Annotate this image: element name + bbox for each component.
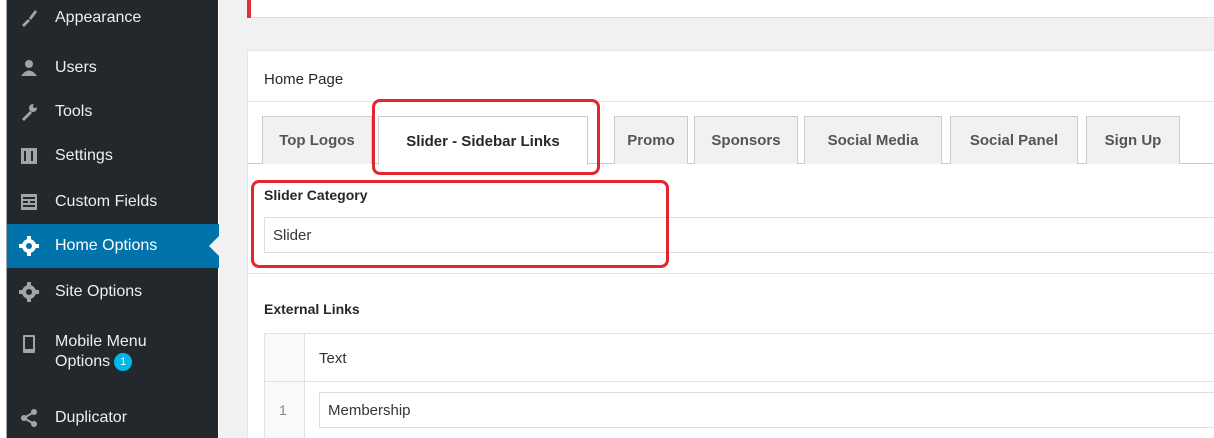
- notice-accent: [247, 0, 251, 18]
- sidebar-item-users[interactable]: Users: [7, 46, 219, 90]
- gear-icon: [19, 282, 39, 302]
- sidebar-item-duplicator[interactable]: Duplicator: [7, 396, 219, 438]
- sidebar-item-custom-fields[interactable]: Custom Fields: [7, 180, 219, 224]
- external-links-label: External Links: [264, 301, 360, 317]
- sidebar-item-mobile-menu-options[interactable]: Mobile Menu Options 1: [7, 330, 219, 390]
- panel-title: Home Page: [264, 71, 344, 88]
- gear-icon: [19, 236, 39, 256]
- options-panel: Home Page Top Logos Slider - Sidebar Lin…: [247, 50, 1214, 438]
- wrench-icon: [19, 102, 39, 122]
- tab-top-logos[interactable]: Top Logos: [262, 116, 372, 164]
- tab-social-media[interactable]: Social Media: [804, 116, 942, 164]
- tabs-bar: Top Logos Slider - Sidebar Links Promo S…: [248, 101, 1214, 213]
- section-divider: [248, 273, 1214, 274]
- table-header: Text: [265, 334, 1214, 382]
- update-count-badge: 1: [114, 352, 133, 371]
- sidebar-item-settings[interactable]: Settings: [7, 134, 219, 178]
- slider-category-label: Slider Category: [264, 187, 368, 203]
- paintbrush-icon: [19, 8, 39, 28]
- sidebar-item-home-options[interactable]: Home Options: [7, 224, 219, 268]
- admin-screen: Appearance Users Tools Settings Custom F: [0, 0, 1214, 438]
- sidebar-item-label: Tools: [55, 103, 93, 120]
- sidebar-item-label: Appearance: [55, 9, 142, 26]
- mobile-menu-label-line2: Options: [55, 353, 111, 370]
- sidebar-item-tools[interactable]: Tools: [7, 90, 219, 134]
- tab-social-panel[interactable]: Social Panel: [950, 116, 1078, 164]
- tab-slider-sidebar-links[interactable]: Slider - Sidebar Links: [378, 116, 588, 165]
- settings-icon: [19, 146, 39, 166]
- mobile-icon: [19, 334, 39, 354]
- sidebar-item-label: Users: [55, 59, 97, 76]
- custom-fields-icon: [19, 192, 39, 212]
- notice-box: [247, 0, 1214, 18]
- sidebar-item-label: Settings: [55, 147, 113, 164]
- admin-sidebar: Appearance Users Tools Settings Custom F: [6, 0, 219, 438]
- main-content: Home Page Top Logos Slider - Sidebar Lin…: [219, 0, 1214, 438]
- active-indicator: [209, 236, 219, 256]
- row-number: 1: [279, 402, 287, 418]
- tab-sign-up[interactable]: Sign Up: [1086, 116, 1180, 164]
- sidebar-item-label: Mobile Menu Options 1: [55, 332, 147, 372]
- sidebar-item-label: Home Options: [55, 237, 158, 254]
- sidebar-item-site-options[interactable]: Site Options: [7, 270, 219, 314]
- column-header-text: Text: [319, 350, 347, 367]
- sidebar-item-appearance[interactable]: Appearance: [7, 0, 219, 36]
- sidebar-item-label: Site Options: [55, 283, 143, 300]
- sidebar-item-label: Duplicator: [55, 409, 128, 426]
- share-icon: [19, 408, 39, 428]
- slider-category-input[interactable]: Slider: [264, 217, 1214, 253]
- tab-sponsors[interactable]: Sponsors: [694, 116, 798, 164]
- external-links-table: Text 1 Membership: [264, 333, 1214, 438]
- tab-promo[interactable]: Promo: [614, 116, 688, 164]
- users-icon: [19, 58, 39, 78]
- sidebar-item-label: Custom Fields: [55, 193, 158, 210]
- link-text-input[interactable]: Membership: [319, 392, 1214, 428]
- mobile-menu-label-line1: Mobile Menu: [55, 333, 147, 350]
